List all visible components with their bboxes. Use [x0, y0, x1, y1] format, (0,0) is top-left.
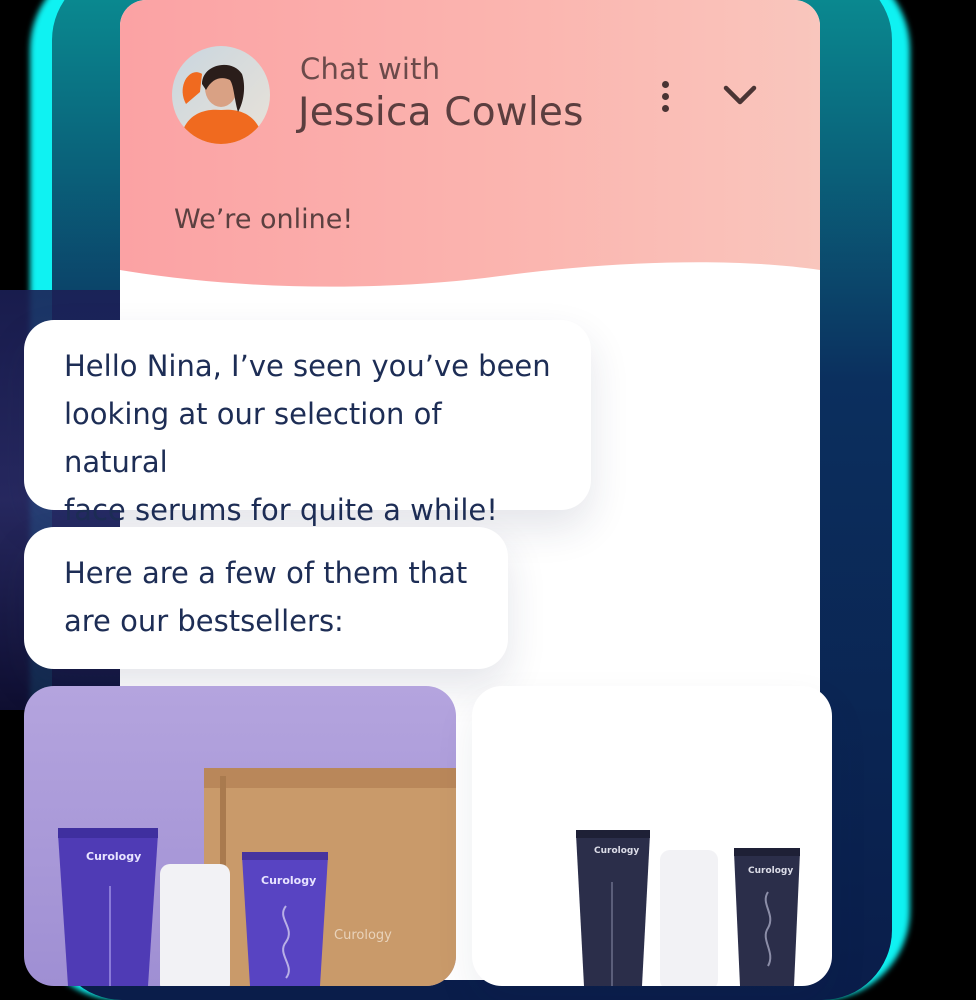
product-card[interactable]: Curology Curology	[472, 686, 832, 986]
product-brand-label: Curology	[748, 866, 794, 876]
online-status: We’re online!	[174, 204, 354, 235]
message-line: Hello Nina, I’ve seen you’ve been	[64, 349, 551, 383]
product-card[interactable]: Curology Curology Curology	[24, 686, 456, 986]
message-line: looking at our selection of natural	[64, 397, 442, 479]
chat-with-label: Chat with	[300, 52, 441, 86]
product-brand-label: Curology	[334, 928, 392, 943]
message-line: Here are a few of them that	[64, 556, 468, 590]
chevron-down-icon[interactable]	[720, 78, 760, 112]
product-brand-label: Curology	[261, 874, 317, 887]
chat-message: Here are a few of them that are our best…	[24, 527, 508, 669]
header-wave	[120, 262, 820, 310]
chat-message: Hello Nina, I’ve seen you’ve been lookin…	[24, 320, 591, 527]
agent-avatar	[172, 46, 270, 144]
agent-name: Jessica Cowles	[298, 90, 584, 135]
product-brand-label: Curology	[594, 846, 640, 856]
vertical-dots-icon[interactable]	[650, 74, 680, 118]
product-brand-label: Curology	[86, 850, 142, 863]
message-line: are our bestsellers:	[64, 604, 344, 638]
